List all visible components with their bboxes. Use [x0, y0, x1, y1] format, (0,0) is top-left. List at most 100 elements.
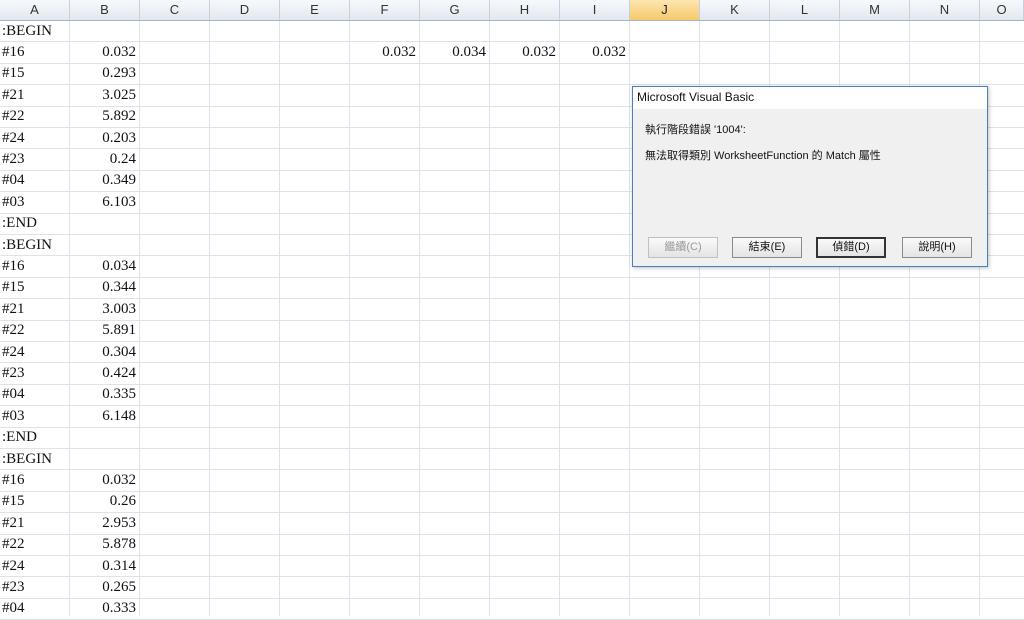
cell-b7[interactable]: 0.24	[70, 149, 136, 170]
cell-a25[interactable]: #22	[2, 534, 68, 555]
cell-a18[interactable]: #04	[2, 384, 68, 405]
column-header-e[interactable]: E	[280, 0, 350, 20]
column-gridline	[419, 20, 420, 616]
dialog-title: Microsoft Visual Basic	[637, 90, 755, 104]
cell-i2[interactable]: 0.032	[560, 42, 626, 63]
column-gridline	[209, 20, 210, 616]
cell-a15[interactable]: #22	[2, 320, 68, 341]
error-message-text: 無法取得類別 WorksheetFunction 的 Match 屬性	[645, 150, 881, 162]
row-gridline	[0, 320, 1024, 321]
cell-a2[interactable]: #16	[2, 42, 68, 63]
column-header-k[interactable]: K	[700, 0, 770, 20]
cell-a17[interactable]: #23	[2, 363, 68, 384]
cell-a22[interactable]: #16	[2, 470, 68, 491]
column-header-m[interactable]: M	[840, 0, 910, 20]
cell-h2[interactable]: 0.032	[490, 42, 556, 63]
cell-b16[interactable]: 0.304	[70, 342, 136, 363]
end-button[interactable]: 結束(E)	[732, 237, 802, 258]
row-gridline	[0, 598, 1024, 599]
cell-a21[interactable]: :BEGIN	[2, 449, 68, 470]
row-gridline	[0, 405, 1024, 406]
column-header-b[interactable]: B	[70, 0, 140, 20]
cell-b25[interactable]: 5.878	[70, 534, 136, 555]
cell-a27[interactable]: #23	[2, 577, 68, 598]
cell-b4[interactable]: 3.025	[70, 85, 136, 106]
column-header-o[interactable]: O	[980, 0, 1024, 20]
cell-b2[interactable]: 0.032	[70, 42, 136, 63]
cell-a7[interactable]: #23	[2, 149, 68, 170]
column-gridline	[279, 20, 280, 616]
cell-b6[interactable]: 0.203	[70, 128, 136, 149]
vba-error-dialog: Microsoft Visual Basic 執行階段錯誤 '1004': 無法…	[632, 86, 988, 267]
error-code-text: 執行階段錯誤 '1004':	[645, 124, 746, 136]
column-header-j[interactable]: J	[630, 0, 700, 20]
cell-b13[interactable]: 0.344	[70, 277, 136, 298]
column-header-row: ABCDEFGHIJKLMNO	[0, 0, 1024, 21]
cell-a11[interactable]: :BEGIN	[2, 235, 68, 256]
cell-a3[interactable]: #15	[2, 63, 68, 84]
column-header-c[interactable]: C	[140, 0, 210, 20]
column-header-d[interactable]: D	[210, 0, 280, 20]
cell-b14[interactable]: 3.003	[70, 299, 136, 320]
cell-b24[interactable]: 2.953	[70, 513, 136, 534]
row-gridline	[0, 491, 1024, 492]
row-gridline	[0, 448, 1024, 449]
cell-a19[interactable]: #03	[2, 406, 68, 427]
cell-a12[interactable]: #16	[2, 256, 68, 277]
row-gridline	[0, 384, 1024, 385]
column-header-n[interactable]: N	[910, 0, 980, 20]
cell-a23[interactable]: #15	[2, 491, 68, 512]
cell-b17[interactable]: 0.424	[70, 363, 136, 384]
cell-a8[interactable]: #04	[2, 170, 68, 191]
help-button[interactable]: 說明(H)	[902, 237, 972, 258]
cell-b3[interactable]: 0.293	[70, 63, 136, 84]
cell-a13[interactable]: #15	[2, 277, 68, 298]
cell-a6[interactable]: #24	[2, 128, 68, 149]
cell-b5[interactable]: 5.892	[70, 106, 136, 127]
cell-b19[interactable]: 6.148	[70, 406, 136, 427]
cell-a4[interactable]: #21	[2, 85, 68, 106]
cell-a1[interactable]: :BEGIN	[2, 21, 68, 42]
cell-f2[interactable]: 0.032	[350, 42, 416, 63]
cell-a10[interactable]: :END	[2, 213, 68, 234]
column-header-a[interactable]: A	[0, 0, 70, 20]
column-header-i[interactable]: I	[560, 0, 630, 20]
cell-a26[interactable]: #24	[2, 556, 68, 577]
cell-g2[interactable]: 0.034	[420, 42, 486, 63]
cell-a9[interactable]: #03	[2, 192, 68, 213]
column-header-h[interactable]: H	[490, 0, 560, 20]
cell-b27[interactable]: 0.265	[70, 577, 136, 598]
debug-button[interactable]: 偵錯(D)	[816, 237, 886, 258]
row-gridline	[0, 469, 1024, 470]
row-gridline	[0, 427, 1024, 428]
row-gridline	[0, 534, 1024, 535]
row-gridline	[0, 341, 1024, 342]
cell-b12[interactable]: 0.034	[70, 256, 136, 277]
cell-b15[interactable]: 5.891	[70, 320, 136, 341]
cell-b8[interactable]: 0.349	[70, 170, 136, 191]
cell-b18[interactable]: 0.335	[70, 384, 136, 405]
row-gridline	[0, 84, 1024, 85]
row-gridline	[0, 277, 1024, 278]
column-gridline	[139, 20, 140, 616]
column-gridline	[489, 20, 490, 616]
row-gridline	[0, 555, 1024, 556]
cell-a16[interactable]: #24	[2, 342, 68, 363]
cell-b9[interactable]: 6.103	[70, 192, 136, 213]
cell-a24[interactable]: #21	[2, 513, 68, 534]
column-header-l[interactable]: L	[770, 0, 840, 20]
continue-button[interactable]: 繼續(C)	[648, 237, 718, 258]
cell-b23[interactable]: 0.26	[70, 491, 136, 512]
cell-a20[interactable]: :END	[2, 427, 68, 448]
cell-b26[interactable]: 0.314	[70, 556, 136, 577]
row-gridline	[0, 362, 1024, 363]
row-gridline	[0, 512, 1024, 513]
column-gridline	[559, 20, 560, 616]
cell-b22[interactable]: 0.032	[70, 470, 136, 491]
column-header-g[interactable]: G	[420, 0, 490, 20]
column-header-f[interactable]: F	[350, 0, 420, 20]
row-gridline	[0, 63, 1024, 64]
dialog-titlebar[interactable]: Microsoft Visual Basic	[633, 87, 987, 109]
cell-a5[interactable]: #22	[2, 106, 68, 127]
cell-a14[interactable]: #21	[2, 299, 68, 320]
